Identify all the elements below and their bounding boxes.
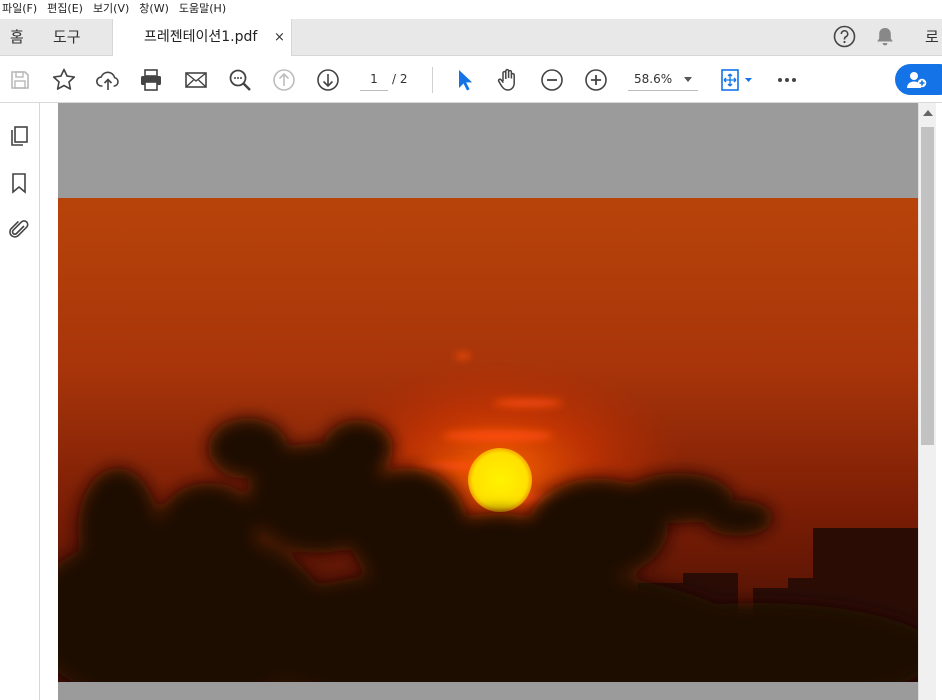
tab-document[interactable]: 프레젠테이션1.pdf × <box>112 19 292 56</box>
menu-window[interactable]: 창(W) <box>134 0 174 19</box>
menu-bar: 파일(F) 편집(E) 보기(V) 창(W) 도움말(H) <box>0 0 942 19</box>
page-down-icon[interactable] <box>315 67 341 93</box>
share-button[interactable] <box>895 64 942 95</box>
vertical-scrollbar[interactable] <box>918 103 936 700</box>
menu-help[interactable]: 도움말(H) <box>174 0 231 19</box>
page-count: / 2 <box>392 72 408 86</box>
menu-view[interactable]: 보기(V) <box>88 0 134 19</box>
search-icon[interactable] <box>227 67 253 93</box>
sunset-photo <box>58 198 918 682</box>
mail-icon[interactable] <box>183 67 209 93</box>
close-tab-icon[interactable]: × <box>274 19 285 56</box>
attachment-icon[interactable] <box>7 217 31 241</box>
notification-bell-icon[interactable] <box>874 25 896 48</box>
zoom-in-icon[interactable] <box>583 67 609 93</box>
tab-home[interactable]: 홈 <box>10 19 24 55</box>
pdf-page <box>58 103 918 700</box>
tab-bar: 홈 도구 프레젠테이션1.pdf × 로 <box>0 19 942 56</box>
chevron-down-icon <box>684 77 692 82</box>
document-viewer[interactable] <box>40 103 918 700</box>
star-icon[interactable] <box>51 67 77 93</box>
fit-page-icon[interactable] <box>719 67 755 93</box>
login-link[interactable]: 로 <box>925 19 939 56</box>
hand-icon[interactable] <box>495 67 521 93</box>
left-sidebar <box>0 103 40 700</box>
tab-tools[interactable]: 도구 <box>53 19 81 55</box>
page-thumbnails-icon[interactable] <box>7 124 31 148</box>
cloud-upload-icon[interactable] <box>95 67 121 93</box>
zoom-out-icon[interactable] <box>539 67 565 93</box>
select-cursor-icon[interactable] <box>452 67 478 93</box>
page-up-icon[interactable] <box>271 67 297 93</box>
toolbar: 1 / 2 58.6% <box>0 56 942 103</box>
help-icon[interactable] <box>833 25 856 48</box>
scroll-thumb[interactable] <box>921 127 934 445</box>
menu-file[interactable]: 파일(F) <box>0 0 42 19</box>
page-number-input[interactable]: 1 <box>360 68 388 91</box>
scroll-up-arrow-icon[interactable] <box>923 110 933 116</box>
toolbar-divider <box>432 67 433 93</box>
add-user-icon <box>907 72 927 88</box>
document-tab-title: 프레젠테이션1.pdf <box>144 29 258 45</box>
zoom-select[interactable]: 58.6% <box>628 68 698 91</box>
menu-edit[interactable]: 편집(E) <box>42 0 88 19</box>
right-panel-edge <box>936 103 942 700</box>
more-icon[interactable] <box>774 67 800 93</box>
zoom-value: 58.6% <box>634 72 673 86</box>
print-icon[interactable] <box>138 67 164 93</box>
bookmark-icon[interactable] <box>7 171 31 195</box>
save-icon[interactable] <box>7 67 33 93</box>
